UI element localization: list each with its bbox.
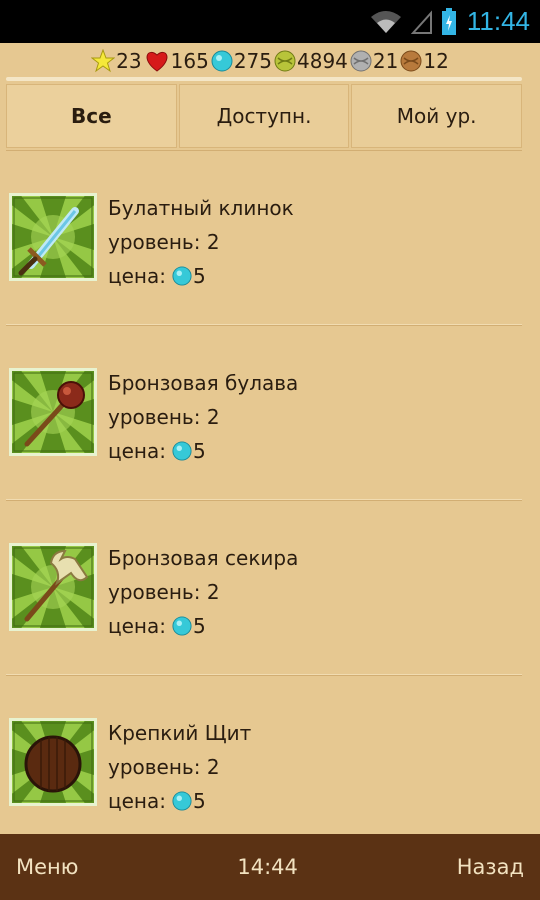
bottom-bar: Меню 14:44 Назад <box>0 834 540 900</box>
item-level: уровень: 2 <box>108 405 220 429</box>
tab-all[interactable]: Все <box>6 84 177 148</box>
price-value: 5 <box>193 789 206 813</box>
resource-gems: 275 <box>211 49 272 73</box>
mace-icon <box>9 368 97 456</box>
star-icon <box>91 48 116 72</box>
status-bar: 11:44 <box>0 0 540 43</box>
item-price: цена: 5 <box>108 259 294 293</box>
item-level: уровень: 2 <box>108 580 220 604</box>
heart-icon <box>146 51 167 72</box>
item-level: уровень: 2 <box>108 755 220 779</box>
item-info: Булатный клинок уровень: 2 цена: 5 <box>108 191 294 293</box>
status-clock: 11:44 <box>466 6 530 36</box>
signal-icon <box>410 9 432 34</box>
price-value: 5 <box>193 264 206 288</box>
list-item[interactable]: Бронзовая булава уровень: 2 цена: 5 <box>6 325 522 500</box>
game-clock: 14:44 <box>237 855 298 879</box>
item-price: цена: 5 <box>108 784 251 818</box>
item-name: Бронзовая секира <box>108 546 299 570</box>
item-price: цена: 5 <box>108 434 298 468</box>
item-list: Булатный клинок уровень: 2 цена: 5 Бронз… <box>6 150 522 850</box>
item-info: Бронзовая секира уровень: 2 цена: 5 <box>108 541 298 643</box>
item-name: Бронзовая булава <box>108 371 299 395</box>
resource-copper: 12 <box>400 49 449 73</box>
header-divider <box>6 77 522 81</box>
item-name: Крепкий Щит <box>108 721 252 745</box>
battery-icon <box>441 7 456 35</box>
item-level: уровень: 2 <box>108 230 220 254</box>
price-value: 5 <box>193 614 206 638</box>
back-button[interactable]: Назад <box>457 855 524 879</box>
list-item[interactable]: Крепкий Щит уровень: 2 цена: 5 <box>6 675 522 850</box>
item-info: Крепкий Щит уровень: 2 цена: 5 <box>108 716 251 818</box>
wifi-icon <box>370 10 401 33</box>
cyan-gem-icon <box>211 50 233 71</box>
gold-coin-icon <box>274 50 296 71</box>
copper-coin-icon <box>400 50 422 71</box>
list-item[interactable]: Булатный клинок уровень: 2 цена: 5 <box>6 150 522 325</box>
resource-bar: 23 165 275 4894 21 12 <box>0 43 540 78</box>
item-info: Бронзовая булава уровень: 2 цена: 5 <box>108 366 298 468</box>
resource-silver: 21 <box>350 49 398 73</box>
sword-icon <box>9 193 97 281</box>
price-label: цена: <box>108 614 166 638</box>
cyan-gem-icon <box>172 616 192 636</box>
price-label: цена: <box>108 789 166 813</box>
axe-icon <box>9 543 97 631</box>
price-label: цена: <box>108 439 166 463</box>
price-label: цена: <box>108 264 166 288</box>
resource-stars: 23 <box>91 48 142 73</box>
item-price: цена: 5 <box>108 609 298 643</box>
tab-my-level[interactable]: Мой ур. <box>351 84 523 148</box>
silver-coin-icon <box>350 50 372 71</box>
filter-tabs: Все Доступн. Мой ур. <box>6 84 523 148</box>
item-name: Булатный клинок <box>108 196 294 220</box>
cyan-gem-icon <box>172 791 192 811</box>
price-value: 5 <box>193 439 206 463</box>
menu-button[interactable]: Меню <box>16 855 78 879</box>
resource-health: 165 <box>144 49 209 73</box>
tab-available[interactable]: Доступн. <box>178 84 350 148</box>
shield-icon <box>9 718 97 806</box>
list-item[interactable]: Бронзовая секира уровень: 2 цена: 5 <box>6 500 522 675</box>
resource-gold: 4894 <box>274 49 348 73</box>
cyan-gem-icon <box>172 441 192 461</box>
cyan-gem-icon <box>172 266 192 286</box>
